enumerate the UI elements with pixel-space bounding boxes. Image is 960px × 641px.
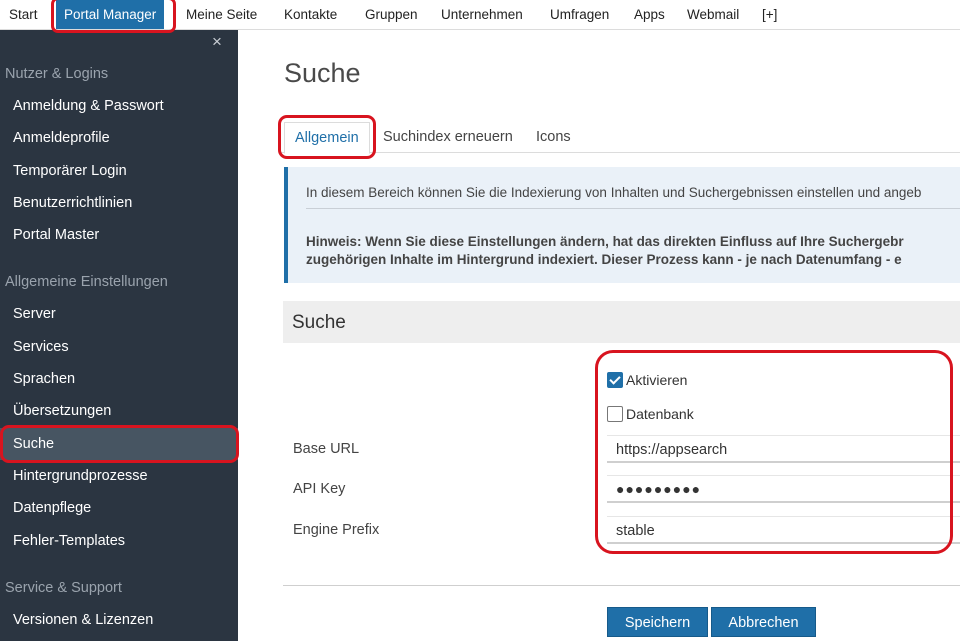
nav-portal-manager[interactable]: Portal Manager xyxy=(56,0,165,29)
datenbank-checkbox[interactable] xyxy=(607,406,623,422)
nav-meine-seite[interactable]: Meine Seite xyxy=(186,0,257,29)
sidebar-item-fehler-templates[interactable]: Fehler-Templates xyxy=(13,533,125,549)
base-url-field[interactable]: https://appsearch xyxy=(607,435,960,463)
panel-header: Suche xyxy=(283,301,960,343)
nav-gruppen[interactable]: Gruppen xyxy=(365,0,418,29)
sidebar: × Nutzer & Logins Anmeldung & Passwort A… xyxy=(0,30,238,641)
nav-apps[interactable]: Apps xyxy=(634,0,665,29)
info-note-line-2: zugehörigen Inhalte im Hintergrund index… xyxy=(306,252,902,267)
info-note-line-1: Hinweis: Wenn Sie diese Einstellungen än… xyxy=(306,234,904,249)
cancel-button[interactable]: Abbrechen xyxy=(711,607,816,637)
top-navigation: Start Portal Manager Meine Seite Kontakt… xyxy=(0,0,960,30)
api-key-value: ●●●●●●●●● xyxy=(616,481,702,497)
nav-webmail[interactable]: Webmail xyxy=(687,0,739,29)
nav-umfragen[interactable]: Umfragen xyxy=(550,0,609,29)
sidebar-item-suche[interactable]: Suche xyxy=(13,436,54,452)
engine-prefix-label: Engine Prefix xyxy=(293,522,380,538)
tab-bar: Allgemein Suchindex erneuern Icons xyxy=(280,122,960,154)
sidebar-item-uebersetzungen[interactable]: Übersetzungen xyxy=(13,403,111,419)
sidebar-item-versionen-lizenzen[interactable]: Versionen & Lizenzen xyxy=(13,612,153,628)
form-divider xyxy=(283,585,960,586)
sidebar-section-title: Nutzer & Logins xyxy=(5,66,109,82)
page-title: Suche xyxy=(284,58,361,88)
base-url-value: https://appsearch xyxy=(616,442,728,458)
sidebar-item-services[interactable]: Services xyxy=(13,339,69,355)
info-note: Hinweis: Wenn Sie diese Einstellungen än… xyxy=(306,233,904,269)
nav-unternehmen[interactable]: Unternehmen xyxy=(441,0,523,29)
engine-prefix-value: stable xyxy=(616,523,655,539)
sidebar-item-sprachen[interactable]: Sprachen xyxy=(13,371,75,387)
panel-title: Suche xyxy=(292,312,346,333)
sidebar-item-server[interactable]: Server xyxy=(13,306,56,322)
aktivieren-checkbox[interactable] xyxy=(607,372,623,388)
aktivieren-label[interactable]: Aktivieren xyxy=(626,372,687,388)
nav-start[interactable]: Start xyxy=(9,0,38,29)
info-divider xyxy=(306,208,960,209)
sidebar-section-title: Allgemeine Einstellungen xyxy=(5,274,168,290)
sidebar-item-benutzerrichtlinien[interactable]: Benutzerrichtlinien xyxy=(13,195,132,211)
close-icon[interactable]: × xyxy=(212,32,222,52)
tab-allgemein[interactable]: Allgemein xyxy=(284,122,370,154)
sidebar-item-anmeldeprofile[interactable]: Anmeldeprofile xyxy=(13,130,110,146)
save-button[interactable]: Speichern xyxy=(607,607,708,637)
datenbank-label[interactable]: Datenbank xyxy=(626,406,694,422)
sidebar-section-title: Service & Support xyxy=(5,580,122,596)
nav-add-more[interactable]: [+] xyxy=(762,0,777,29)
engine-prefix-field[interactable]: stable xyxy=(607,516,960,544)
info-box: In diesem Bereich können Sie die Indexie… xyxy=(284,167,960,283)
tab-suchindex-erneuern[interactable]: Suchindex erneuern xyxy=(383,122,513,152)
api-key-field[interactable]: ●●●●●●●●● xyxy=(607,475,960,503)
api-key-label: API Key xyxy=(293,481,346,497)
sidebar-item-hintergrundprozesse[interactable]: Hintergrundprozesse xyxy=(13,468,148,484)
sidebar-item-portal-master[interactable]: Portal Master xyxy=(13,227,99,243)
info-text: In diesem Bereich können Sie die Indexie… xyxy=(306,185,922,200)
sidebar-item-datenpflege[interactable]: Datenpflege xyxy=(13,500,91,516)
nav-kontakte[interactable]: Kontakte xyxy=(284,0,337,29)
sidebar-item-temporaerer-login[interactable]: Temporärer Login xyxy=(13,163,127,179)
sidebar-item-anmeldung-passwort[interactable]: Anmeldung & Passwort xyxy=(13,98,164,114)
tab-icons[interactable]: Icons xyxy=(536,122,571,152)
base-url-label: Base URL xyxy=(293,441,360,457)
